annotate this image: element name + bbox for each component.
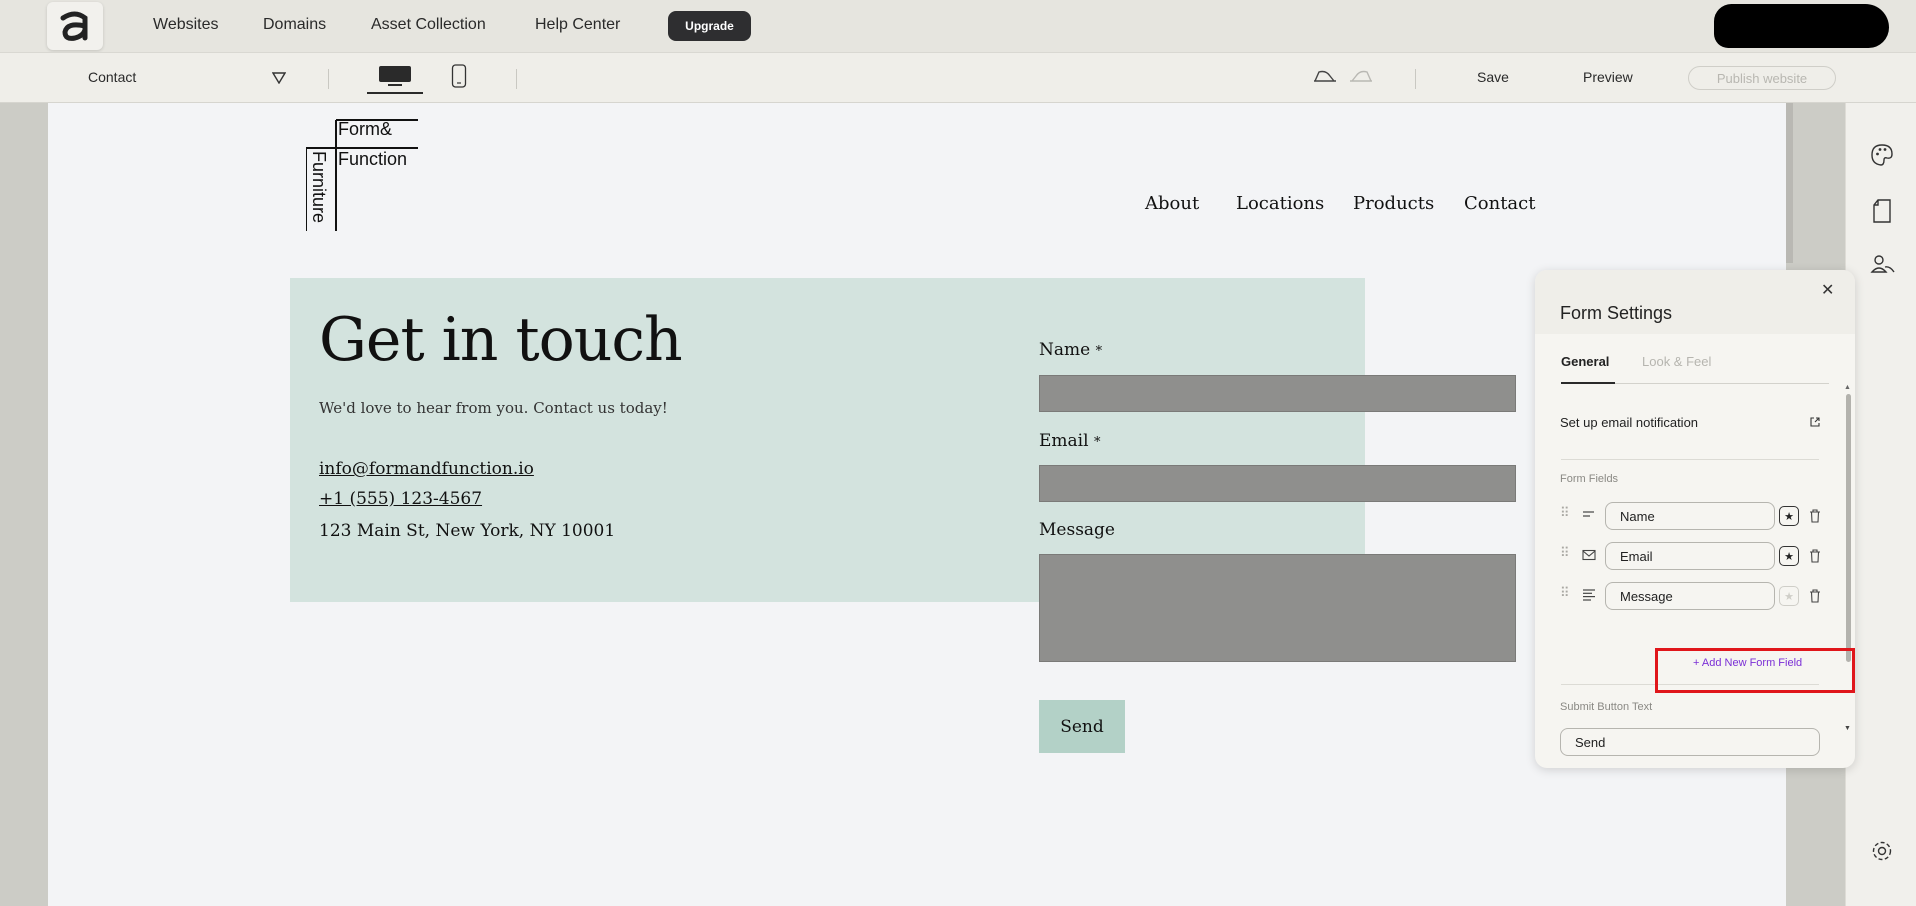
send-button[interactable]: Send xyxy=(1039,700,1125,753)
required-toggle-name[interactable]: ★ xyxy=(1779,506,1799,526)
external-link-icon[interactable] xyxy=(1809,416,1821,428)
star-icon: ★ xyxy=(1784,510,1794,523)
form-field-message-input[interactable]: Message xyxy=(1605,582,1775,610)
undo-icon[interactable] xyxy=(1312,68,1338,84)
trash-icon[interactable] xyxy=(1809,549,1821,563)
trash-icon[interactable] xyxy=(1809,589,1821,603)
palette-icon[interactable] xyxy=(1870,143,1894,167)
logo-line-1: Form& xyxy=(338,119,392,139)
scroll-down-arrow-icon[interactable]: ▼ xyxy=(1844,725,1851,732)
panel-scrollbar-thumb[interactable] xyxy=(1846,394,1851,662)
toolbar-divider xyxy=(516,69,517,89)
drag-handle-icon[interactable]: ⠿ xyxy=(1560,505,1570,521)
submit-button-text-heading: Submit Button Text xyxy=(1560,701,1653,713)
chevron-down-icon[interactable] xyxy=(272,72,286,84)
logo-line-2: Function xyxy=(338,149,408,169)
contact-subtitle: We'd love to hear from you. Contact us t… xyxy=(319,399,668,417)
form-settings-title: Form Settings xyxy=(1560,303,1673,323)
mail-icon xyxy=(1582,549,1596,561)
highlight-box xyxy=(1655,648,1855,693)
page-selector[interactable]: Contact xyxy=(88,69,136,85)
site-nav-locations[interactable]: Locations xyxy=(1236,193,1324,214)
desktop-view-button[interactable] xyxy=(367,60,423,94)
email-label-text: Email xyxy=(1039,431,1089,451)
name-field-label: Name * xyxy=(1039,340,1102,360)
canvas-scrollbar-thumb[interactable] xyxy=(1786,103,1793,263)
mobile-icon xyxy=(451,64,467,88)
drag-handle-icon[interactable]: ⠿ xyxy=(1560,545,1570,561)
tab-general[interactable]: General xyxy=(1561,354,1609,369)
app-logo[interactable] xyxy=(47,2,103,50)
mobile-view-button[interactable] xyxy=(449,62,469,90)
section-divider xyxy=(1561,459,1819,460)
email-notification-link[interactable]: Set up email notification xyxy=(1560,415,1698,430)
active-tab-indicator xyxy=(1561,382,1615,384)
email-input[interactable] xyxy=(1039,465,1516,502)
email-field-label: Email * xyxy=(1039,431,1100,451)
upgrade-button[interactable]: Upgrade xyxy=(668,11,751,41)
close-icon[interactable]: ✕ xyxy=(1821,280,1834,300)
toolbar-divider xyxy=(1415,69,1416,89)
publish-website-button: Publish website xyxy=(1688,66,1836,90)
message-textarea[interactable] xyxy=(1039,554,1516,662)
desktop-icon xyxy=(379,66,411,86)
required-toggle-message[interactable]: ★ xyxy=(1779,586,1799,606)
contact-email-link[interactable]: info@formandfunction.io xyxy=(319,459,534,479)
website-canvas[interactable]: Form& Function Furniture About Locations… xyxy=(48,103,1786,906)
nav-help-center[interactable]: Help Center xyxy=(535,16,620,34)
trash-icon[interactable] xyxy=(1809,509,1821,523)
logo-vertical-text: Furniture xyxy=(309,151,329,224)
redo-icon xyxy=(1350,70,1372,82)
star-icon: ★ xyxy=(1784,590,1794,603)
contact-phone-link[interactable]: +1 (555) 123-4567 xyxy=(319,489,482,509)
form-settings-header xyxy=(1535,270,1855,334)
contact-heading: Get in touch xyxy=(319,305,683,375)
text-short-icon xyxy=(1583,511,1594,517)
drag-handle-icon[interactable]: ⠿ xyxy=(1560,585,1570,601)
form-field-name-input[interactable]: Name xyxy=(1605,502,1775,530)
account-avatar-redacted[interactable] xyxy=(1714,4,1889,48)
tab-look-and-feel[interactable]: Look & Feel xyxy=(1642,354,1711,369)
save-button[interactable]: Save xyxy=(1477,69,1509,85)
name-input[interactable] xyxy=(1039,375,1516,412)
star-icon: ★ xyxy=(1784,550,1794,563)
nav-asset-collection[interactable]: Asset Collection xyxy=(371,16,486,34)
site-nav-contact[interactable]: Contact xyxy=(1464,193,1535,214)
nav-websites[interactable]: Websites xyxy=(153,16,219,34)
scroll-up-arrow-icon[interactable]: ▲ xyxy=(1844,384,1851,391)
users-icon[interactable] xyxy=(1870,253,1896,277)
name-label-text: Name xyxy=(1039,340,1091,360)
form-fields-heading: Form Fields xyxy=(1560,473,1619,485)
nav-domains[interactable]: Domains xyxy=(263,16,326,34)
message-field-label: Message xyxy=(1039,520,1115,540)
form-settings-panel: Form Settings ✕ General Look & Feel Set … xyxy=(1535,270,1855,768)
site-nav-about[interactable]: About xyxy=(1145,193,1199,214)
app-logo-icon xyxy=(60,11,88,41)
top-navigation: Websites Domains Asset Collection Help C… xyxy=(0,0,1916,52)
submit-button-text-input[interactable]: Send xyxy=(1560,728,1820,756)
preview-button[interactable]: Preview xyxy=(1583,69,1633,85)
gear-icon[interactable] xyxy=(1870,839,1894,863)
form-field-email-input[interactable]: Email xyxy=(1605,542,1775,570)
page-icon[interactable] xyxy=(1870,198,1894,224)
required-mark: * xyxy=(1095,344,1103,359)
contact-address: 123 Main St, New York, NY 10001 xyxy=(319,521,616,541)
site-nav-products[interactable]: Products xyxy=(1353,193,1434,214)
editor-toolbar: Contact Save Preview Publish website xyxy=(0,52,1916,103)
required-toggle-email[interactable]: ★ xyxy=(1779,546,1799,566)
site-logo[interactable]: Form& Function Furniture xyxy=(306,119,418,231)
required-mark: * xyxy=(1093,435,1101,450)
toolbar-divider xyxy=(328,69,329,89)
text-long-icon xyxy=(1583,589,1595,601)
